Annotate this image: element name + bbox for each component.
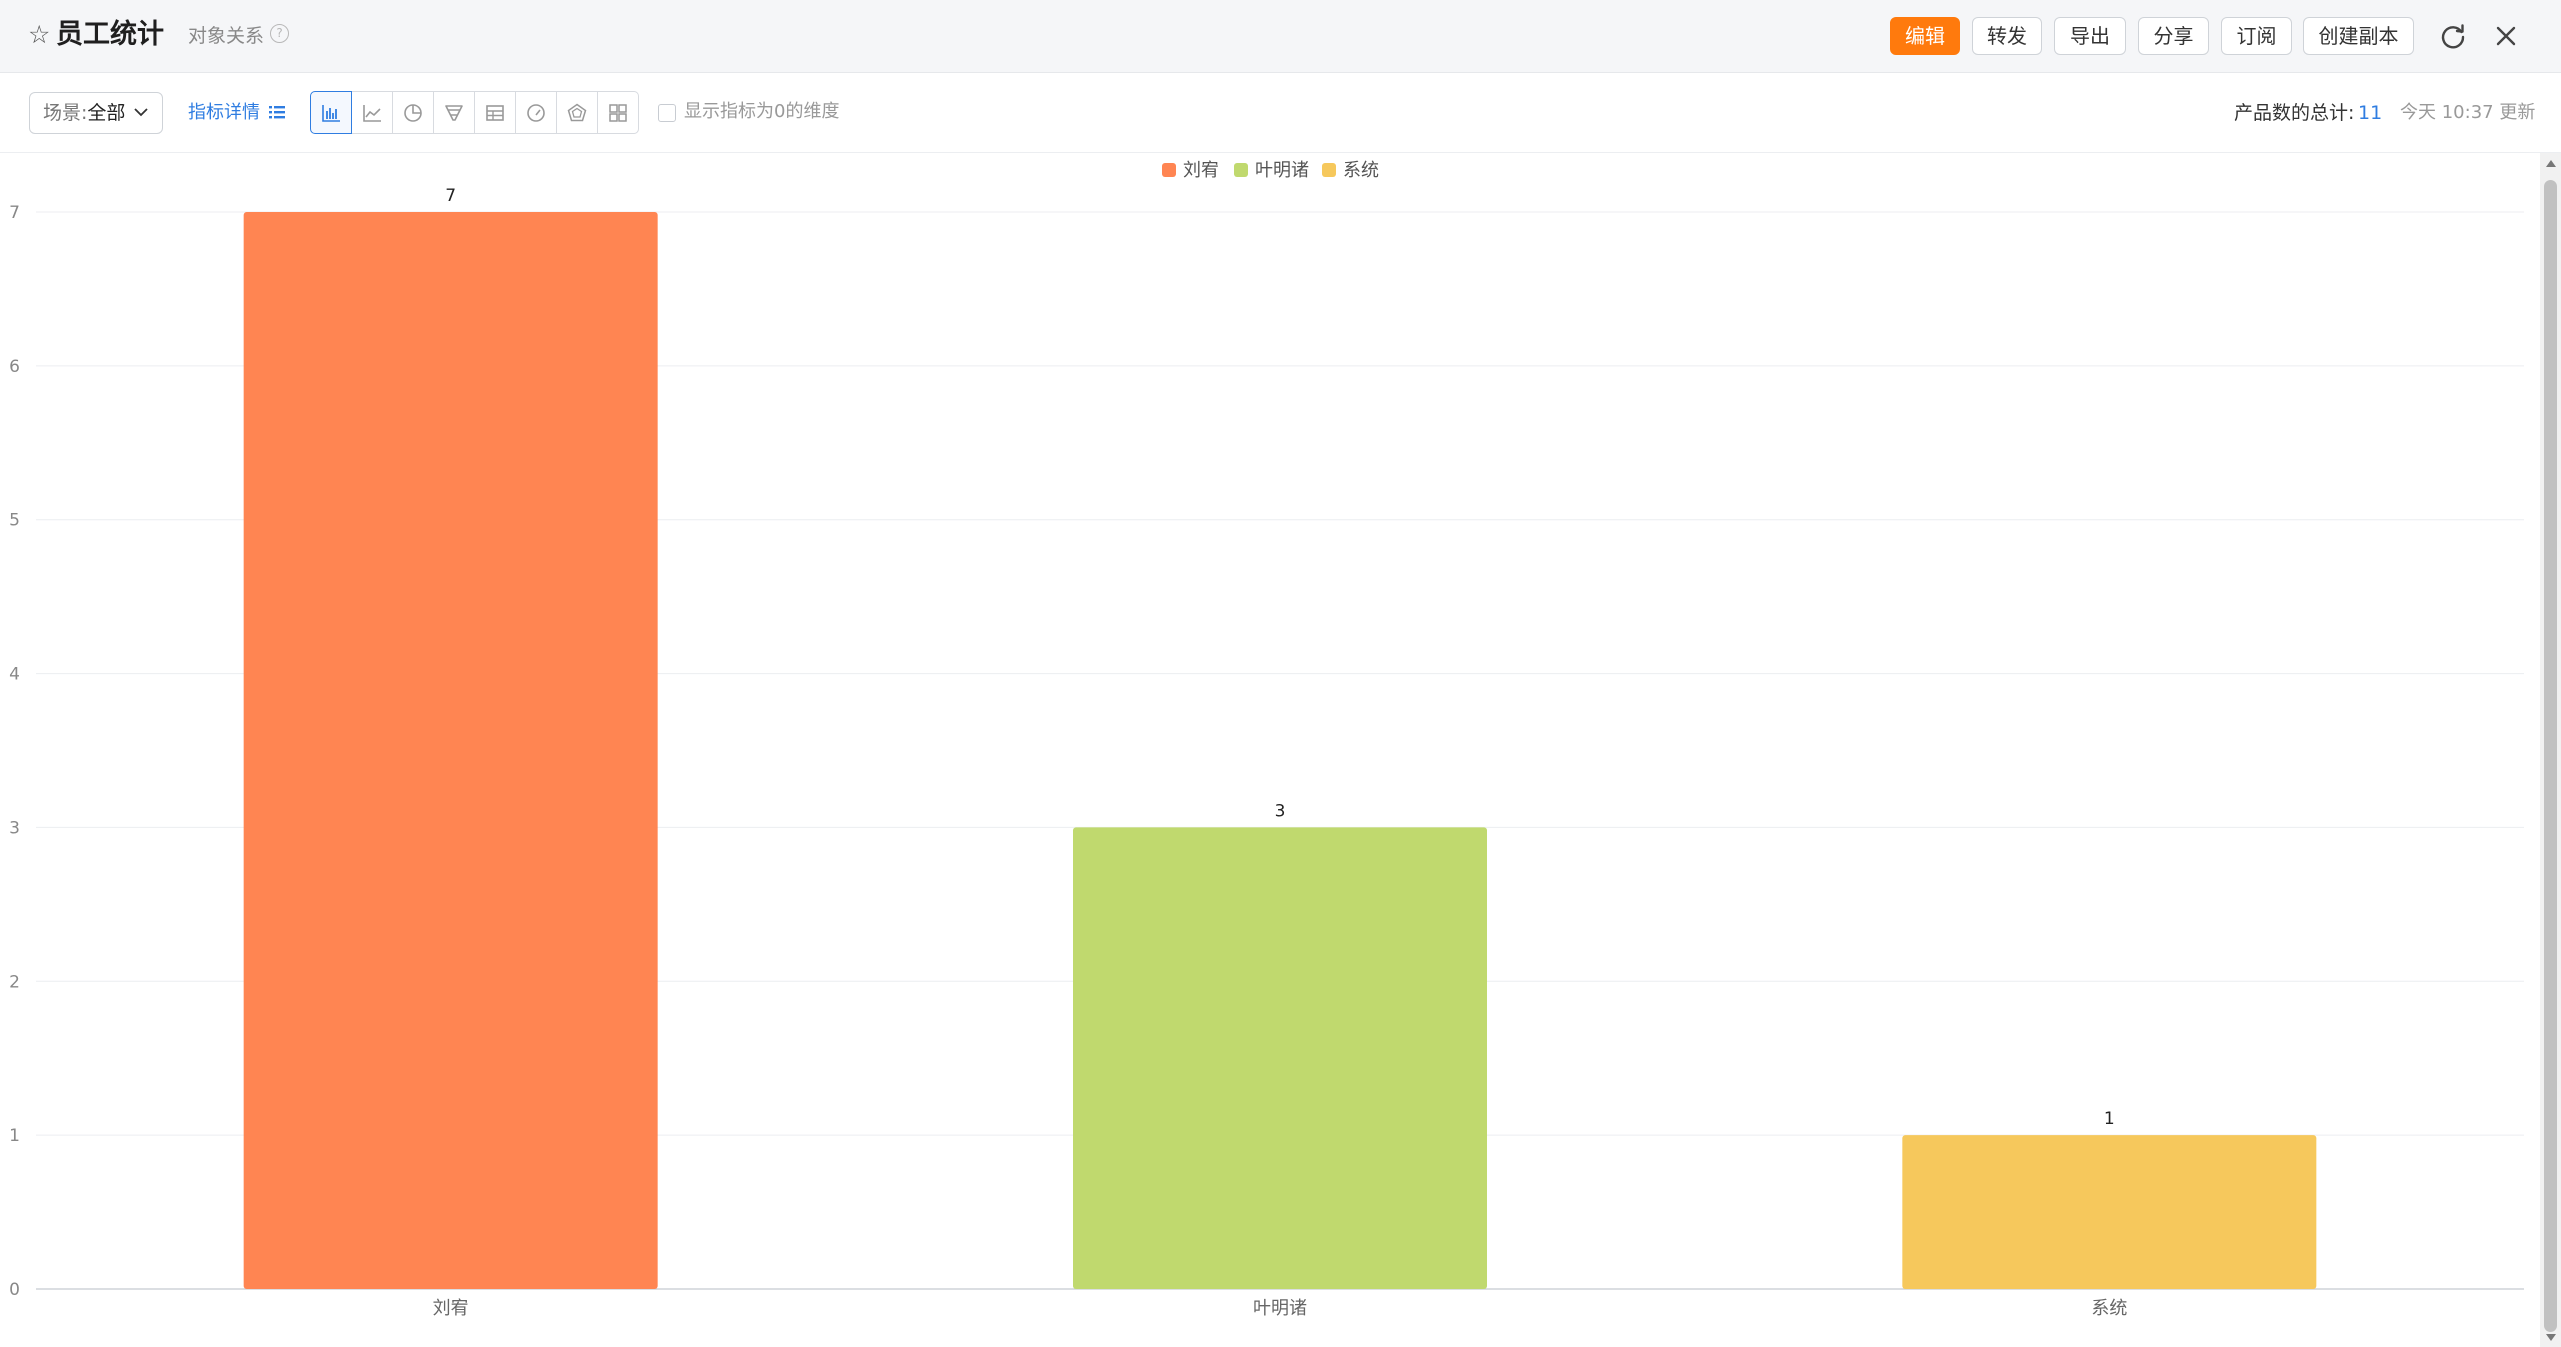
help-icon[interactable]: ? bbox=[270, 24, 289, 43]
y-tick-label: 0 bbox=[9, 1280, 20, 1300]
scrollbar-thumb[interactable] bbox=[2544, 180, 2557, 1332]
share-button[interactable]: 分享 bbox=[2138, 17, 2209, 55]
chart-type-switcher bbox=[310, 91, 639, 134]
grid-icon bbox=[609, 103, 627, 122]
y-tick-label: 2 bbox=[9, 972, 20, 992]
scene-select[interactable]: 场景:全部 bbox=[29, 92, 163, 134]
report-toolbar: 场景:全部 指标详情 显示指标为0的维度 产品数的总计: 11 今天 10:37… bbox=[0, 73, 2561, 153]
legend-swatch[interactable] bbox=[1234, 163, 1248, 177]
y-tick-label: 1 bbox=[9, 1126, 20, 1146]
legend-item[interactable]: 叶明诸 bbox=[1255, 160, 1309, 181]
bar-chart-icon bbox=[322, 104, 340, 122]
page-subtitle: 对象关系 bbox=[188, 25, 265, 47]
x-tick-label: 系统 bbox=[2091, 1298, 2127, 1319]
legend-item[interactable]: 刘宥 bbox=[1183, 160, 1219, 181]
chart-type-grid-button[interactable] bbox=[597, 91, 639, 134]
bar-chart: 012345677刘宥3叶明诸1系统刘宥 叶明诸 系统 bbox=[9, 160, 2524, 1319]
updated-timestamp: 今天 10:37 更新 bbox=[2400, 102, 2536, 123]
page-title: 员工统计 bbox=[56, 19, 164, 50]
y-tick-label: 7 bbox=[9, 203, 20, 223]
total-label: 产品数的总计: bbox=[2234, 102, 2355, 124]
chart-type-gauge-button[interactable] bbox=[515, 91, 557, 134]
pie-chart-icon bbox=[404, 103, 422, 122]
radar-chart-icon bbox=[567, 103, 587, 121]
chart-type-table-button[interactable] bbox=[474, 91, 516, 134]
subscribe-button[interactable]: 订阅 bbox=[2221, 17, 2292, 55]
chart-type-line-button[interactable] bbox=[351, 91, 393, 134]
data-label: 7 bbox=[445, 186, 456, 206]
report-header: ☆ 员工统计 对象关系 ? 编辑 转发 导出 分享 订阅 创建副本 bbox=[0, 0, 2561, 73]
legend-swatch[interactable] bbox=[1322, 163, 1336, 177]
x-tick-label: 刘宥 bbox=[433, 1298, 469, 1319]
y-tick-label: 5 bbox=[9, 511, 20, 531]
line-chart-icon bbox=[363, 104, 381, 122]
y-tick-label: 3 bbox=[9, 818, 20, 838]
refresh-icon[interactable] bbox=[2437, 20, 2469, 52]
total-value: 11 bbox=[2358, 102, 2383, 124]
scroll-down-arrow-icon[interactable] bbox=[2545, 1333, 2557, 1343]
y-tick-label: 4 bbox=[9, 665, 20, 685]
chart-type-bar-button[interactable] bbox=[310, 91, 352, 134]
bar[interactable] bbox=[1073, 827, 1487, 1289]
chart-type-radar-button[interactable] bbox=[556, 91, 598, 134]
chevron-down-icon bbox=[134, 108, 148, 117]
legend-item[interactable]: 系统 bbox=[1343, 160, 1379, 181]
show-zero-label: 显示指标为0的维度 bbox=[684, 101, 840, 122]
table-icon bbox=[486, 104, 504, 121]
data-label: 3 bbox=[1275, 801, 1286, 821]
gauge-icon bbox=[527, 103, 545, 122]
export-button[interactable]: 导出 bbox=[2054, 17, 2126, 55]
scene-select-value: 全部 bbox=[87, 102, 126, 124]
y-tick-label: 6 bbox=[9, 357, 20, 377]
scene-select-label: 场景: bbox=[43, 102, 88, 124]
metric-detail-link[interactable]: 指标详情 bbox=[188, 101, 260, 125]
funnel-chart-icon bbox=[445, 104, 463, 121]
legend-swatch[interactable] bbox=[1162, 163, 1176, 177]
edit-button[interactable]: 编辑 bbox=[1890, 17, 1960, 55]
x-tick-label: 叶明诸 bbox=[1253, 1298, 1307, 1319]
chart-type-funnel-button[interactable] bbox=[433, 91, 475, 134]
list-icon[interactable] bbox=[268, 104, 286, 120]
forward-button[interactable]: 转发 bbox=[1972, 17, 2042, 55]
show-zero-checkbox[interactable] bbox=[658, 104, 676, 122]
data-label: 1 bbox=[2104, 1109, 2115, 1129]
close-icon[interactable] bbox=[2490, 20, 2522, 52]
chart-type-pie-button[interactable] bbox=[392, 91, 434, 134]
scroll-up-arrow-icon[interactable] bbox=[2545, 158, 2557, 168]
create-copy-button[interactable]: 创建副本 bbox=[2303, 17, 2414, 55]
star-icon[interactable]: ☆ bbox=[28, 20, 56, 50]
bar[interactable] bbox=[1902, 1135, 2317, 1289]
bar[interactable] bbox=[243, 212, 658, 1289]
